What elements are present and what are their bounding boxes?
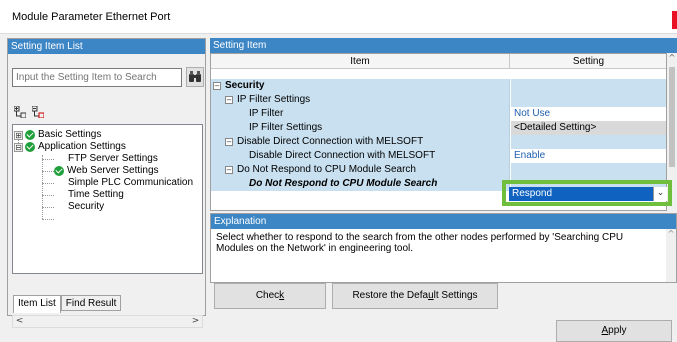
row-setting: [511, 163, 666, 177]
explanation-text: Select whether to respond to the search …: [216, 232, 624, 254]
tab-find-result[interactable]: Find Result: [60, 295, 122, 311]
tree-item-time-setting[interactable]: Time Setting: [68, 189, 124, 201]
table-row[interactable]: − Disable Direct Connection with MELSOFT: [211, 135, 666, 149]
setting-item-tree: ⊞ Basic Settings ⊟ Application Settings …: [12, 124, 203, 274]
collapse-icon[interactable]: −: [213, 82, 221, 90]
row-label: Do Not Respond to CPU Module Search: [237, 164, 416, 175]
checkmark-icon: [25, 130, 35, 140]
explanation-scrollbar[interactable]: ^: [666, 229, 676, 282]
tree-item-label: FTP Server Settings: [68, 153, 158, 164]
table-row[interactable]: Disable Direct Connection with MELSOFT E…: [211, 149, 666, 163]
ip-filter-detailed-setting[interactable]: <Detailed Setting>: [511, 121, 666, 135]
scroll-left-icon[interactable]: <: [13, 316, 26, 327]
expand-all-icon[interactable]: [14, 106, 26, 118]
tree-item-label: Basic Settings: [38, 129, 102, 140]
tree-item-web-server-settings[interactable]: Web Server Settings: [54, 165, 159, 177]
collapse-icon[interactable]: −: [225, 96, 233, 104]
left-panel-tabs: Item List Find Result: [13, 295, 122, 313]
row-label: IP Filter Settings: [237, 94, 311, 105]
tree-item-label: Time Setting: [68, 189, 124, 200]
window-title: Module Parameter Ethernet Port: [12, 11, 171, 23]
search-button[interactable]: [186, 67, 204, 87]
row-setting: [511, 135, 666, 149]
tree-item-security[interactable]: Security: [68, 201, 104, 213]
row-label: Disable Direct Connection with MELSOFT: [249, 150, 436, 161]
apply-button-label-end: pply: [608, 325, 627, 336]
tree-item-label: Application Settings: [38, 141, 126, 152]
scroll-right-icon[interactable]: >: [189, 316, 202, 327]
module-parameter-window: Module Parameter Ethernet Port Setting I…: [0, 0, 677, 342]
tree-item-simple-plc-communication[interactable]: Simple PLC Communication: [68, 177, 193, 189]
tree-item-label: Web Server Settings: [67, 165, 159, 176]
respond-dropdown-value: Respond: [512, 188, 553, 199]
row-label: IP Filter Settings: [249, 122, 323, 133]
explanation-header: Explanation: [211, 214, 676, 229]
scrollbar-thumb[interactable]: [669, 67, 675, 167]
search-input[interactable]: [12, 68, 182, 87]
disable-direct-connection-value[interactable]: Enable: [511, 149, 666, 163]
table-row[interactable]: − Security: [211, 79, 666, 93]
restore-button-label-end: lt Settings: [433, 290, 478, 301]
checkmark-icon: [25, 142, 35, 152]
setting-item-panel: Setting Item Item Setting − Security − I…: [210, 38, 677, 283]
chevron-down-icon[interactable]: ⌄: [653, 187, 667, 201]
tree-item-ftp-server-settings[interactable]: FTP Server Settings: [68, 153, 158, 165]
tree-item-label: Simple PLC Communication: [68, 177, 194, 188]
column-header-item: Item: [211, 54, 510, 69]
close-icon[interactable]: [672, 11, 677, 29]
row-label: Security: [225, 80, 265, 91]
expand-icon[interactable]: ⊞: [14, 130, 23, 140]
explanation-panel: Explanation Select whether to respond to…: [210, 213, 677, 283]
binoculars-icon: [189, 71, 201, 82]
check-button[interactable]: Check: [214, 283, 326, 309]
table-row[interactable]: − Do Not Respond to CPU Module Search: [211, 163, 666, 177]
tree-item-label: Security: [68, 201, 105, 212]
title-bar: Module Parameter Ethernet Port: [0, 0, 677, 34]
setting-item-header: Setting Item: [210, 38, 677, 53]
tree-item-basic-settings[interactable]: ⊞ Basic Settings: [14, 129, 101, 141]
restore-button-label: Restore the Defa: [352, 290, 429, 301]
tree-item-application-settings[interactable]: ⊟ Application Settings: [14, 141, 126, 153]
row-label: IP Filter: [249, 108, 284, 119]
grid-header: Item Setting: [211, 54, 666, 69]
table-row[interactable]: IP Filter Not Use: [211, 107, 666, 121]
tree-horizontal-scrollbar[interactable]: < >: [12, 315, 203, 328]
collapse-icon[interactable]: ⊟: [14, 142, 23, 152]
apply-button[interactable]: Apply: [556, 320, 672, 342]
respond-dropdown[interactable]: Respond ⌄: [509, 187, 667, 201]
row-label: Disable Direct Connection with MELSOFT: [237, 136, 424, 147]
check-button-label: Chec: [255, 290, 280, 301]
ip-filter-setting-value[interactable]: Not Use: [511, 107, 666, 121]
check-button-accesskey: k: [279, 290, 285, 301]
table-row[interactable]: IP Filter Settings <Detailed Setting>: [211, 121, 666, 135]
row-label: Do Not Respond to CPU Module Search: [249, 178, 438, 189]
restore-default-settings-button[interactable]: Restore the Default Settings: [332, 283, 498, 309]
row-setting: [511, 79, 666, 93]
setting-item-list-header: Setting Item List: [8, 39, 205, 54]
tree-toolbar: [14, 106, 44, 118]
column-header-setting: Setting: [572, 56, 605, 67]
row-setting: [511, 93, 666, 107]
table-row[interactable]: − IP Filter Settings: [211, 93, 666, 107]
tab-item-list[interactable]: Item List: [13, 295, 61, 313]
collapse-all-icon[interactable]: [32, 106, 44, 118]
collapse-icon[interactable]: −: [225, 166, 233, 174]
setting-item-list-panel: Setting Item List Input the Setting Item…: [7, 38, 206, 328]
collapse-icon[interactable]: −: [225, 138, 233, 146]
scroll-up-icon[interactable]: ^: [667, 53, 677, 65]
checkmark-icon: [54, 166, 64, 176]
